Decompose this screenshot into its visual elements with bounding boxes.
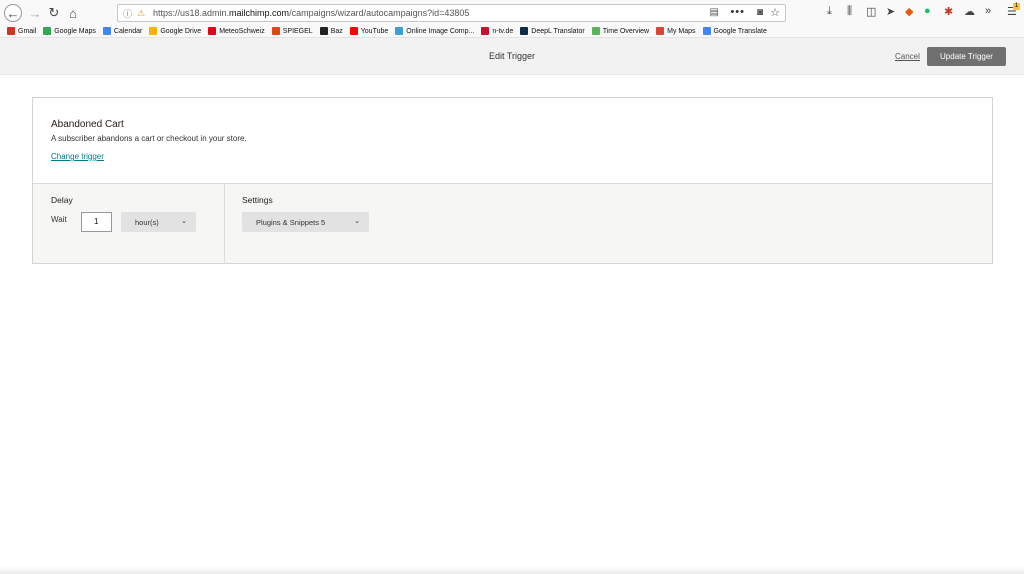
bookmark-label: n-tv.de (492, 27, 514, 35)
bookmark-label: Google Drive (160, 27, 202, 35)
bookmark-favicon-icon (656, 27, 665, 35)
bookmark-label: DeepL Translator (531, 27, 585, 35)
bookmarks-bar: Gmail Google Maps Calendar Google Drive Mete… (0, 25, 1024, 38)
wait-label: Wait (51, 215, 67, 224)
settings-select-value: Plugins & Snippets 5 (256, 217, 326, 227)
reload-icon[interactable]: ↻ (45, 4, 63, 22)
trigger-card: Abandoned Cart A subscriber abandons a c… (32, 97, 993, 264)
bookmark-favicon-icon (208, 27, 217, 35)
pocket-icon[interactable]: ◙ (757, 7, 763, 18)
bookmark-label: Online Image Comp... (406, 27, 475, 35)
window-bottom-edge (0, 566, 1024, 574)
bookmark-item[interactable]: n-tv.de (481, 27, 513, 35)
info-icon[interactable]: ⓘ (123, 7, 137, 20)
bookmark-item[interactable]: Google Maps (43, 27, 96, 35)
page-title: Edit Trigger (488, 51, 536, 61)
bookmark-item[interactable]: My Maps (656, 27, 696, 35)
bookmark-item[interactable]: YouTube (349, 27, 389, 35)
page-actions-icon[interactable]: ••• (730, 6, 745, 18)
update-trigger-button[interactable]: Update Trigger (927, 47, 1006, 66)
bookmark-label: My Maps (667, 27, 696, 35)
bookmark-label: Google Maps (54, 27, 96, 35)
bookmark-favicon-icon (591, 27, 600, 35)
bookmark-favicon-icon (395, 27, 404, 35)
trigger-options: Delay Wait 1 hour(s) ⌄ Settings Plugins … (33, 183, 992, 264)
app-header: Edit Trigger Cancel Update Trigger (0, 38, 1024, 75)
bookmark-favicon-icon (271, 27, 280, 35)
grammarly-icon[interactable]: ● (924, 5, 931, 17)
bookmark-label: Baz (330, 27, 343, 35)
bookmark-label: Google Translate (713, 27, 767, 35)
cancel-link[interactable]: Cancel (895, 52, 920, 61)
library-icon[interactable]: ⫼ (847, 5, 852, 18)
bookmark-label: YouTube (360, 27, 389, 35)
reader-view-icon[interactable]: ▤ (710, 7, 719, 18)
extension-icon[interactable]: ✱ (944, 5, 953, 18)
address-bar[interactable]: ⓘ ⚠ https://us18.admin.mailchimp.com/cam… (117, 4, 786, 22)
bookmark-item[interactable]: Online Image Comp... (395, 27, 474, 35)
delay-heading: Delay (51, 195, 73, 205)
bookmark-label: Calendar (113, 27, 143, 35)
trigger-title: Abandoned Cart (51, 119, 124, 130)
bookmark-star-icon[interactable]: ☆ (770, 6, 780, 19)
bookmark-item[interactable]: Time Overview (591, 27, 650, 35)
bookmark-item[interactable]: Google Translate (702, 27, 767, 35)
menu-badge: 1 (1013, 3, 1020, 10)
bookmark-favicon-icon (349, 27, 358, 35)
change-trigger-link[interactable]: Change trigger (51, 152, 104, 161)
bookmark-favicon-icon (102, 27, 111, 35)
delay-amount-input[interactable]: 1 (81, 212, 112, 232)
bookmark-item[interactable]: DeepL Translator (520, 27, 585, 35)
bookmark-item[interactable]: Baz (319, 27, 343, 35)
trigger-description: A subscriber abandons a cart or checkout… (51, 134, 247, 143)
bookmark-item[interactable]: Gmail (7, 27, 36, 35)
browser-toolbar: ← → ↻ ⌂ ⓘ ⚠ https://us18.admin.mailchimp… (0, 0, 1024, 25)
bookmark-favicon-icon (702, 27, 711, 35)
bookmark-favicon-icon (319, 27, 328, 35)
settings-select[interactable]: Plugins & Snippets 5 ⌄ (242, 212, 369, 232)
bookmark-item[interactable]: Google Drive (149, 27, 201, 35)
overflow-chevron-icon[interactable]: » (985, 5, 991, 17)
trigger-summary: Abandoned Cart A subscriber abandons a c… (33, 98, 992, 183)
bookmark-label: SPIEGEL (282, 27, 313, 35)
bookmark-label: MeteoSchweiz (219, 27, 265, 35)
metamask-icon[interactable]: ◆ (905, 5, 913, 18)
home-icon[interactable]: ⌂ (64, 4, 82, 22)
bookmark-favicon-icon (520, 27, 529, 35)
chevron-down-icon: ⌄ (354, 218, 360, 225)
bookmark-favicon-icon (43, 27, 52, 35)
warning-lock-icon[interactable]: ⚠ (137, 8, 149, 19)
bookmark-favicon-icon (149, 27, 158, 35)
bookmark-label: Gmail (18, 27, 37, 35)
forward-arrow-icon[interactable]: → (26, 4, 44, 22)
downloads-icon[interactable]: ⤓ (827, 5, 832, 18)
chevron-down-icon: ⌄ (181, 218, 187, 225)
extension-arrow-icon[interactable]: ➤ (886, 5, 895, 18)
bookmark-item[interactable]: SPIEGEL (271, 27, 313, 35)
bookmark-favicon-icon (481, 27, 490, 35)
url-text: https://us18.admin.mailchimp.com/campaig… (153, 8, 470, 18)
delay-unit-value: hour(s) (135, 217, 159, 227)
cloud-icon[interactable]: ☁ (964, 5, 975, 18)
column-divider (224, 184, 225, 264)
bookmark-item[interactable]: Calendar (102, 27, 143, 35)
bookmark-label: Time Overview (602, 27, 650, 35)
bookmark-item[interactable]: MeteoSchweiz (208, 27, 265, 35)
bookmark-favicon-icon (7, 27, 15, 35)
back-arrow-icon[interactable]: ← (4, 4, 22, 22)
settings-heading: Settings (242, 195, 273, 205)
delay-unit-select[interactable]: hour(s) ⌄ (121, 212, 196, 232)
sidebar-icon[interactable]: ◫ (866, 5, 876, 18)
